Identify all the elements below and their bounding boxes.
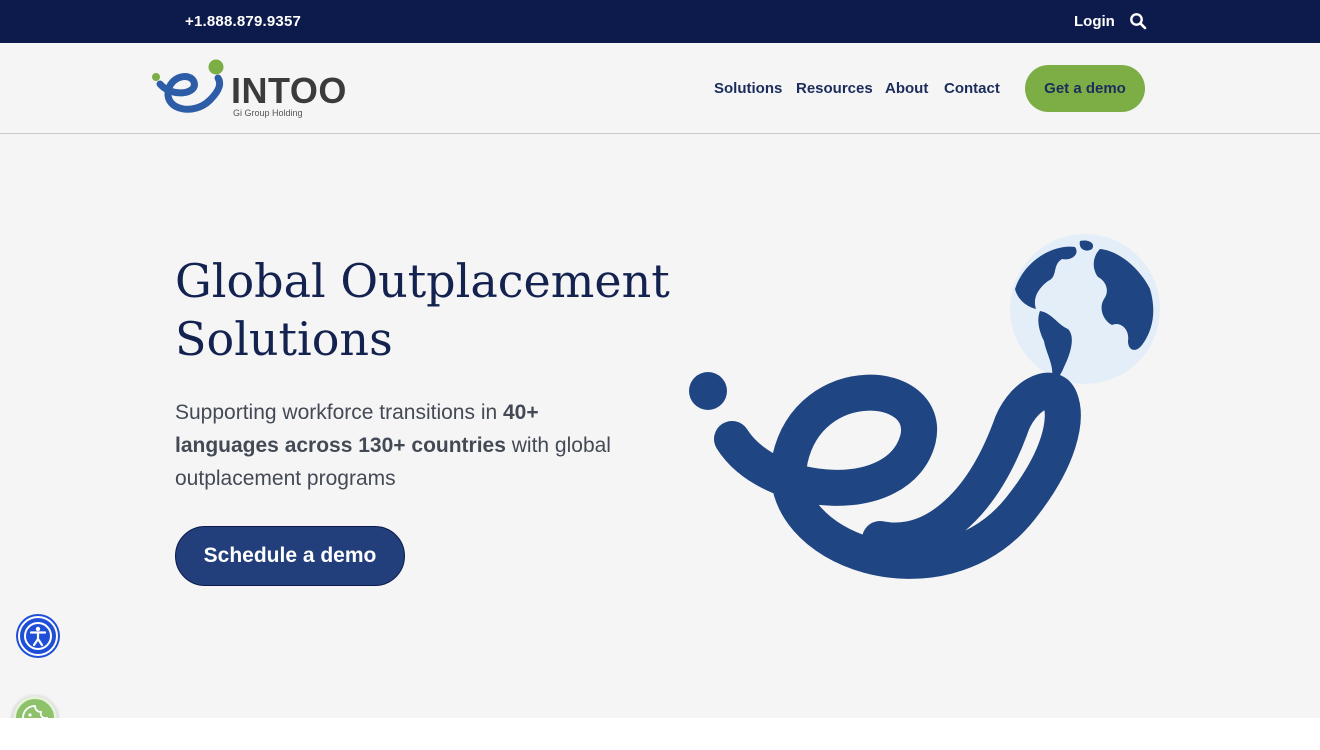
hero-illustration — [689, 234, 1160, 579]
hero-subtitle: Supporting workforce transitions in 40+ … — [175, 396, 635, 495]
hero-title: Global Outplacement Solutions — [175, 252, 695, 368]
hero-title-line1: Global Outplacement — [175, 254, 670, 308]
get-a-demo-button[interactable]: Get a demo — [1025, 65, 1145, 112]
nav-contact[interactable]: Contact — [944, 80, 1000, 97]
login-link[interactable]: Login — [1074, 13, 1115, 30]
globe-icon — [1010, 234, 1160, 384]
schedule-demo-button[interactable]: Schedule a demo — [175, 526, 405, 586]
logo-subtitle: Gi Group Holding — [233, 108, 303, 118]
nav-solutions[interactable]: Solutions — [714, 80, 782, 97]
brand-e-mark — [689, 372, 1081, 579]
hero-title-line2: Solutions — [175, 312, 393, 366]
intoo-logo[interactable]: INTOO Gi Group Holding — [150, 58, 350, 120]
phone-number[interactable]: +1.888.879.9357 — [185, 13, 301, 30]
logo-wordmark: INTOO — [231, 70, 347, 111]
accessibility-icon — [24, 622, 52, 650]
subtitle-text-1: Supporting workforce transitions in — [175, 401, 503, 424]
accessibility-button[interactable] — [18, 616, 58, 656]
search-icon[interactable] — [1129, 12, 1147, 30]
nav-about[interactable]: About — [885, 80, 928, 97]
main-header: INTOO Gi Group Holding Solutions Resourc… — [0, 43, 1320, 134]
nav-resources[interactable]: Resources — [796, 80, 873, 97]
next-section — [0, 718, 1320, 750]
hero-section: Global Outplacement Solutions Supporting… — [0, 134, 1320, 718]
top-bar: +1.888.879.9357 Login — [0, 0, 1320, 43]
intoo-logo-mark — [152, 59, 224, 113]
